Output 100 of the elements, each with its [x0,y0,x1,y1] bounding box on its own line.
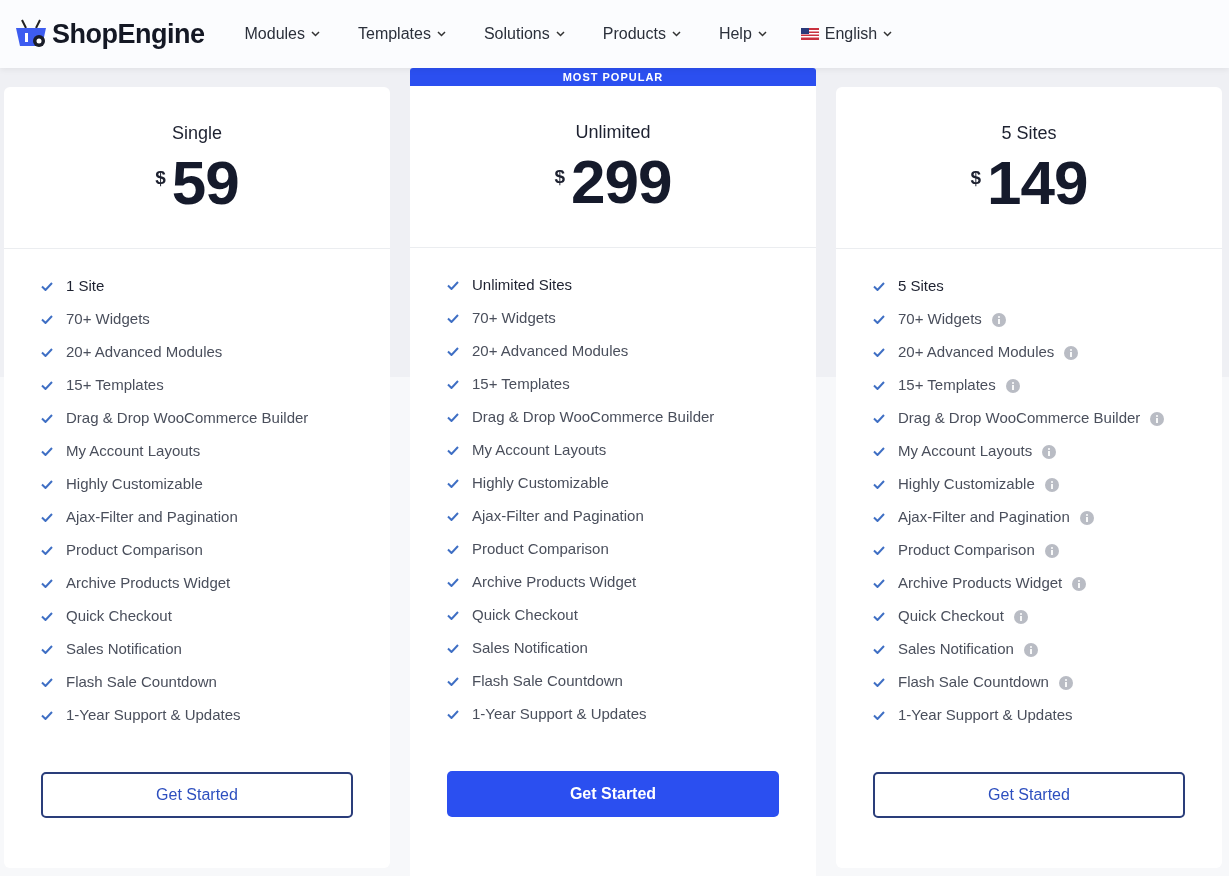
feature-text: 20+ Advanced Modules [898,342,1055,363]
plan-name: Unlimited [575,121,651,143]
check-icon [447,281,459,290]
check-icon [873,546,885,555]
popular-badge: MOST POPULAR [410,68,816,86]
check-icon [447,479,459,488]
check-icon [41,645,53,654]
feature-text: Sales Notification [898,639,1014,660]
nav-link[interactable]: Templates [358,22,446,46]
check-icon [41,348,53,357]
feature-text: 1-Year Support & Updates [472,704,647,725]
check-icon [873,480,885,489]
check-icon [447,512,459,521]
feature-text: Sales Notification [66,639,182,660]
check-icon [873,348,885,357]
check-icon [873,513,885,522]
feature-text: 1 Site [66,276,105,297]
nav-link[interactable]: English [800,22,893,46]
feature-text: Product Comparison [66,540,203,561]
chevron-down-icon [311,31,320,37]
feature-text: Quick Checkout [66,606,172,627]
check-icon [873,315,885,324]
check-icon [41,282,53,291]
price-amount: 149 [987,148,1088,218]
feature-text: Drag & Drop WooCommerce Builder [898,408,1141,429]
check-icon [873,612,885,621]
feature-text: 15+ Templates [66,375,164,396]
check-icon [873,711,885,720]
check-icon [447,677,459,686]
feature-text: 15+ Templates [898,375,996,396]
currency-symbol: $ [970,166,982,190]
chevron-down-icon [555,31,565,37]
check-icon [447,380,459,389]
check-icon [873,678,885,687]
feature-text: Flash Sale Countdown [472,671,623,692]
check-icon [41,579,53,588]
feature-text: Drag & Drop WooCommerce Builder [66,408,309,429]
check-icon [447,644,459,653]
price-amount: 59 [171,148,239,218]
feature-text: Archive Products Widget [66,573,231,594]
feature-text: Archive Products Widget [472,572,637,593]
feature-text: Unlimited Sites [472,275,573,296]
check-icon [41,447,53,456]
check-icon [41,315,53,324]
check-icon [873,282,885,291]
check-icon [41,678,53,687]
feature-text: Drag & Drop WooCommerce Builder [472,407,715,428]
get-started-button[interactable]: Get Started [41,772,353,818]
feature-text: 1-Year Support & Updates [898,705,1073,726]
check-icon [873,381,885,390]
plan-name: 5 Sites [1001,122,1057,144]
feature-text: Sales Notification [472,638,588,659]
check-icon [873,447,885,456]
nav-link[interactable]: Modules [244,22,320,46]
check-icon [41,612,53,621]
feature-text: My Account Layouts [66,441,201,462]
nav-link[interactable]: Help [718,22,767,46]
plan-name: Single [171,122,222,144]
check-icon [41,513,53,522]
feature-text: Highly Customizable [898,474,1035,495]
chevron-down-icon [883,31,893,37]
feature-text: Highly Customizable [472,473,609,494]
logo-text[interactable]: ShopEngine [52,13,205,55]
feature-text: 1-Year Support & Updates [66,705,241,726]
feature-text: Ajax-Filter and Pagination [66,507,238,528]
basket-gear-icon [14,18,48,50]
check-icon [873,414,885,423]
chevron-down-icon [757,31,767,37]
feature-text: 70+ Widgets [472,308,556,329]
price-amount: 299 [571,147,672,217]
feature-text: 70+ Widgets [898,309,982,330]
feature-text: 20+ Advanced Modules [472,341,629,362]
check-icon [41,480,53,489]
feature-text: Product Comparison [472,539,609,560]
get-started-button[interactable]: Get Started [873,772,1185,818]
get-started-button[interactable]: Get Started [447,771,779,817]
check-icon [873,579,885,588]
currency-symbol: $ [155,166,166,190]
feature-text: Highly Customizable [66,474,203,495]
check-icon [447,347,459,356]
feature-text: My Account Layouts [898,441,1033,462]
feature-text: Flash Sale Countdown [898,672,1049,693]
feature-text: 70+ Widgets [66,309,150,330]
feature-text: Ajax-Filter and Pagination [472,506,644,527]
feature-text: 15+ Templates [472,374,570,395]
feature-text: My Account Layouts [472,440,607,461]
feature-text: Flash Sale Countdown [66,672,217,693]
check-icon [41,546,53,555]
feature-text: 5 Sites [898,276,944,297]
check-icon [447,446,459,455]
feature-text: 20+ Advanced Modules [66,342,223,363]
feature-text: Quick Checkout [898,606,1004,627]
nav-link[interactable]: Products [602,22,681,46]
check-icon [447,710,459,719]
check-icon [41,414,53,423]
nav-link[interactable]: Solutions [483,22,565,46]
check-icon [447,578,459,587]
feature-text: Quick Checkout [472,605,578,626]
check-icon [41,381,53,390]
feature-text: Product Comparison [898,540,1035,561]
